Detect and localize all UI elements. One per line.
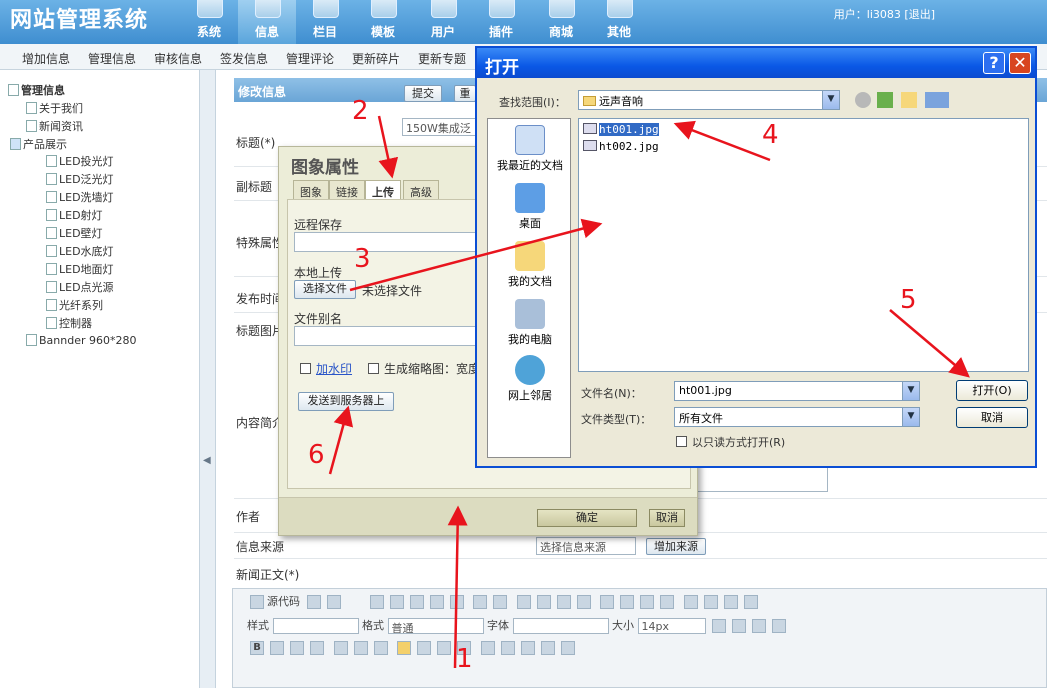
arrow-3 [349, 218, 603, 292]
annotation-arrows [328, 115, 970, 669]
annotation-label-2: 2 [352, 96, 369, 126]
arrow-5 [889, 309, 970, 378]
annotation-label-3: 3 [354, 244, 371, 274]
annotation-label-4: 4 [762, 120, 779, 150]
arrow-2 [377, 115, 399, 179]
arrow-4 [673, 120, 771, 162]
annotation-label-5: 5 [900, 285, 917, 315]
annotation-label-1: 1 [456, 644, 473, 674]
arrow-6 [328, 405, 354, 475]
annotation-label-6: 6 [308, 440, 325, 470]
